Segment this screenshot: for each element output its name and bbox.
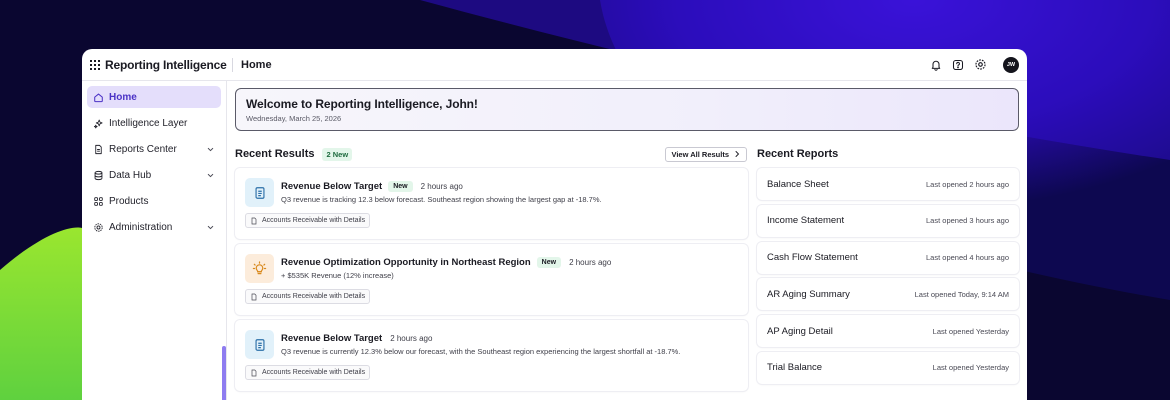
app-name: Reporting Intelligence [105, 57, 227, 72]
view-all-results-button[interactable]: View All Results [665, 146, 747, 162]
result-title: Revenue Below Target [281, 332, 383, 344]
result-description: Q3 revenue is currently 12.3% below our … [281, 347, 681, 356]
sidebar-item-label: Home [109, 91, 137, 103]
document-icon [245, 330, 274, 359]
welcome-title: Welcome to Reporting Intelligence, John! [246, 97, 478, 111]
sidebar-item-reports-center[interactable]: Reports Center [87, 138, 221, 160]
chevron-down-icon[interactable] [206, 145, 215, 154]
sidebar-item-intelligence-layer[interactable]: Intelligence Layer [87, 112, 221, 134]
sidebar-item-products[interactable]: Products [87, 191, 221, 213]
page-title: Home [241, 58, 272, 71]
top-bar: Reporting Intelligence Home JW [82, 49, 1027, 81]
document-icon [95, 144, 102, 154]
sidebar: Home Intelligence Layer Reports Center D… [82, 81, 227, 400]
new-badge: New [536, 256, 562, 268]
logo-icon [90, 59, 100, 70]
sidebar-item-label: Products [109, 196, 149, 208]
settings-gear-icon[interactable] [974, 58, 987, 71]
result-description: Q3 revenue is tracking 12.3 below foreca… [281, 195, 602, 204]
welcome-date: Wednesday, March 25, 2026 [246, 114, 342, 123]
new-badge: New [388, 180, 413, 192]
report-name: Income Statement [767, 215, 845, 227]
report-item[interactable]: Income Statement Last opened 3 hours ago [757, 204, 1019, 237]
sparkle-icon [93, 119, 103, 129]
result-card[interactable]: Revenue Below Target New 2 hours ago Q3 … [235, 168, 748, 239]
result-description: + $535K Revenue (12% increase) [281, 271, 394, 280]
result-title: Revenue Optimization Opportunity in Nort… [281, 256, 531, 268]
sidebar-item-label: Administration [109, 222, 173, 234]
recent-results-header: Recent Results 2 New View All Results [235, 145, 747, 163]
app-window: Reporting Intelligence Home JW Home Inte… [82, 49, 1027, 400]
report-tag-label: Accounts Receivable with Details [262, 217, 366, 224]
recent-reports-title: Recent Reports [757, 148, 839, 160]
avatar[interactable]: JW [1003, 56, 1019, 73]
report-item[interactable]: Trial Balance Last opened Yesterday [757, 351, 1019, 384]
report-tag-label: Accounts Receivable with Details [262, 369, 366, 376]
bell-icon[interactable] [930, 59, 942, 71]
report-tag-label: Accounts Receivable with Details [262, 293, 366, 300]
home-icon [94, 93, 103, 102]
recent-reports-header: Recent Reports [757, 145, 838, 163]
report-item[interactable]: Balance Sheet Last opened 2 hours ago [757, 168, 1019, 200]
report-last-opened: Last opened 2 hours ago [926, 179, 1009, 189]
file-icon [251, 217, 257, 224]
divider [232, 57, 233, 72]
report-item[interactable]: AR Aging Summary Last opened Today, 9:14… [757, 278, 1019, 311]
file-icon [251, 369, 257, 376]
report-name: Cash Flow Statement [767, 252, 858, 264]
report-tag[interactable]: Accounts Receivable with Details [245, 289, 371, 304]
result-time: 2 hours ago [420, 181, 463, 191]
gear-icon [94, 223, 103, 233]
sidebar-item-administration[interactable]: Administration [87, 217, 221, 239]
new-count-badge: 2 New [322, 147, 353, 161]
database-icon [94, 170, 103, 181]
result-time: 2 hours ago [569, 257, 612, 267]
report-item[interactable]: AP Aging Detail Last opened Yesterday [757, 315, 1019, 348]
help-icon[interactable] [952, 59, 964, 71]
result-card[interactable]: Revenue Below Target 2 hours ago Q3 reve… [235, 320, 748, 391]
document-icon [245, 178, 274, 207]
report-name: Balance Sheet [767, 178, 829, 190]
scroll-indicator[interactable] [222, 346, 226, 400]
report-name: Trial Balance [767, 362, 823, 374]
report-last-opened: Last opened 4 hours ago [926, 253, 1009, 263]
report-last-opened: Last opened Today, 9:14 AM [914, 289, 1009, 299]
chevron-right-icon [735, 151, 740, 157]
sidebar-item-label: Reports Center [109, 143, 177, 155]
view-all-label: View All Results [671, 149, 729, 159]
report-tag[interactable]: Accounts Receivable with Details [245, 365, 371, 380]
result-time: 2 hours ago [390, 333, 433, 343]
report-tag[interactable]: Accounts Receivable with Details [245, 213, 371, 228]
report-name: AP Aging Detail [767, 325, 833, 337]
recent-results-list: Revenue Below Target New 2 hours ago Q3 … [235, 168, 748, 396]
sidebar-item-label: Data Hub [109, 170, 152, 182]
chevron-down-icon[interactable] [206, 171, 215, 180]
sidebar-item-home[interactable]: Home [87, 86, 221, 108]
report-last-opened: Last opened Yesterday [932, 326, 1009, 336]
header-actions: JW [930, 56, 1019, 73]
lightbulb-icon [245, 254, 274, 283]
brand[interactable]: Reporting Intelligence [90, 58, 228, 72]
result-card[interactable]: Revenue Optimization Opportunity in Nort… [235, 244, 748, 315]
report-item[interactable]: Cash Flow Statement Last opened 4 hours … [757, 241, 1019, 274]
file-icon [251, 293, 257, 300]
recent-reports-list: Balance Sheet Last opened 2 hours ago In… [757, 168, 1019, 389]
sidebar-item-label: Intelligence Layer [109, 117, 188, 129]
report-name: AR Aging Summary [767, 288, 850, 300]
sidebar-item-data-hub[interactable]: Data Hub [87, 165, 221, 187]
main-content: Welcome to Reporting Intelligence, John!… [227, 81, 1027, 400]
welcome-banner: Welcome to Reporting Intelligence, John!… [235, 88, 1019, 131]
chevron-down-icon[interactable] [206, 223, 215, 232]
grid-icon [94, 197, 103, 206]
report-last-opened: Last opened 3 hours ago [926, 216, 1009, 226]
recent-results-title: Recent Results [235, 148, 315, 160]
report-last-opened: Last opened Yesterday [932, 363, 1009, 373]
result-title: Revenue Below Target [281, 180, 383, 192]
